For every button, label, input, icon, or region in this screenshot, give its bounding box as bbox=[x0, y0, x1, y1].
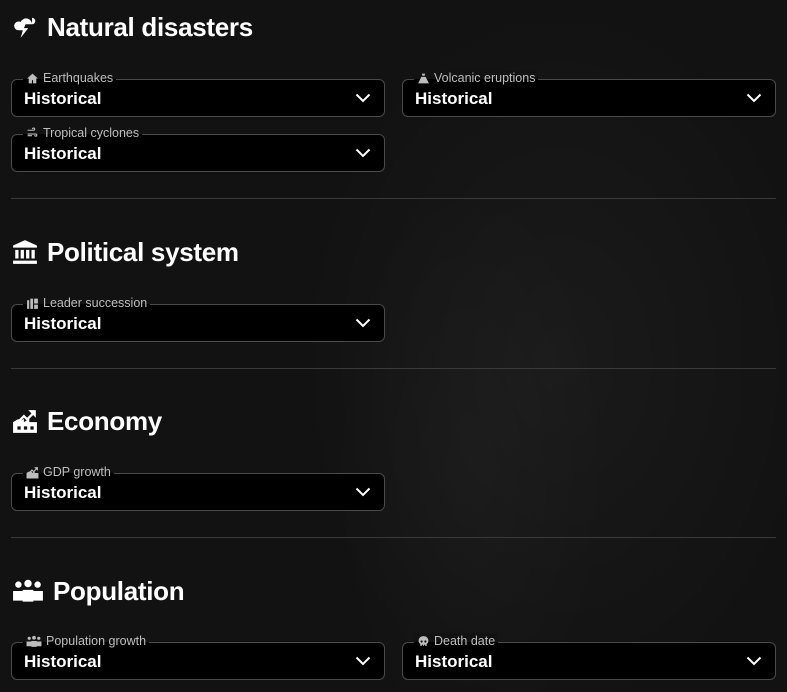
section-divider bbox=[11, 368, 776, 369]
chevron-down-icon[interactable] bbox=[746, 654, 762, 666]
leader-succession-icon bbox=[27, 298, 38, 309]
tropical-cyclones-select[interactable]: Tropical cyclones Historical bbox=[11, 125, 385, 172]
earthquakes-select[interactable]: Earthquakes Historical bbox=[11, 70, 385, 117]
government-building-icon bbox=[11, 238, 39, 266]
field-label: Volcanic eruptions bbox=[414, 70, 539, 86]
section-title-text: Political system bbox=[47, 236, 239, 267]
factory-chart-icon bbox=[11, 407, 39, 435]
volcanic-eruptions-select[interactable]: Volcanic eruptions Historical bbox=[402, 70, 776, 117]
section-title-text: Economy bbox=[47, 405, 162, 436]
gdp-growth-select[interactable]: GDP growth Historical bbox=[11, 464, 385, 511]
section-divider bbox=[11, 198, 776, 199]
field-label: GDP growth bbox=[23, 464, 114, 480]
select-value: Historical bbox=[24, 314, 102, 333]
leader-succession-select[interactable]: Leader succession Historical bbox=[11, 295, 385, 342]
select-value: Historical bbox=[24, 144, 102, 163]
people-icon bbox=[26, 635, 42, 647]
field-label: Earthquakes bbox=[23, 70, 117, 86]
chevron-down-icon[interactable] bbox=[355, 316, 371, 328]
section-economy: Economy bbox=[11, 404, 776, 438]
section-population: Population bbox=[11, 574, 776, 608]
select-value: Historical bbox=[24, 652, 102, 671]
people-group-icon bbox=[11, 577, 45, 605]
field-label: Population growth bbox=[23, 633, 150, 649]
section-title-natural-disasters: Natural disasters bbox=[11, 10, 776, 44]
volcano-icon bbox=[418, 73, 429, 83]
section-title-population: Population bbox=[11, 574, 776, 608]
section-title-political-system: Political system bbox=[11, 235, 776, 269]
factory-icon bbox=[26, 466, 39, 478]
select-value: Historical bbox=[24, 483, 102, 502]
field-label: Leader succession bbox=[23, 295, 151, 311]
select-value: Historical bbox=[415, 652, 493, 671]
field-label: Death date bbox=[414, 633, 499, 649]
death-date-select[interactable]: Death date Historical bbox=[402, 633, 776, 680]
wind-icon bbox=[27, 127, 38, 137]
section-title-text: Population bbox=[53, 575, 185, 606]
skull-icon bbox=[418, 635, 429, 646]
section-divider bbox=[11, 537, 776, 538]
section-natural-disasters: Natural disasters bbox=[11, 10, 776, 44]
select-value: Historical bbox=[24, 89, 102, 108]
chevron-down-icon[interactable] bbox=[355, 485, 371, 497]
chevron-down-icon[interactable] bbox=[355, 146, 371, 158]
storm-cloud-icon bbox=[11, 13, 39, 41]
section-title-text: Natural disasters bbox=[47, 11, 253, 42]
field-label: Tropical cyclones bbox=[23, 125, 143, 141]
population-growth-select[interactable]: Population growth Historical bbox=[11, 633, 385, 680]
chevron-down-icon[interactable] bbox=[355, 91, 371, 103]
select-value: Historical bbox=[415, 89, 493, 108]
chevron-down-icon[interactable] bbox=[746, 91, 762, 103]
house-icon bbox=[27, 73, 38, 83]
section-political-system: Political system bbox=[11, 235, 776, 269]
section-title-economy: Economy bbox=[11, 404, 776, 438]
chevron-down-icon[interactable] bbox=[355, 654, 371, 666]
